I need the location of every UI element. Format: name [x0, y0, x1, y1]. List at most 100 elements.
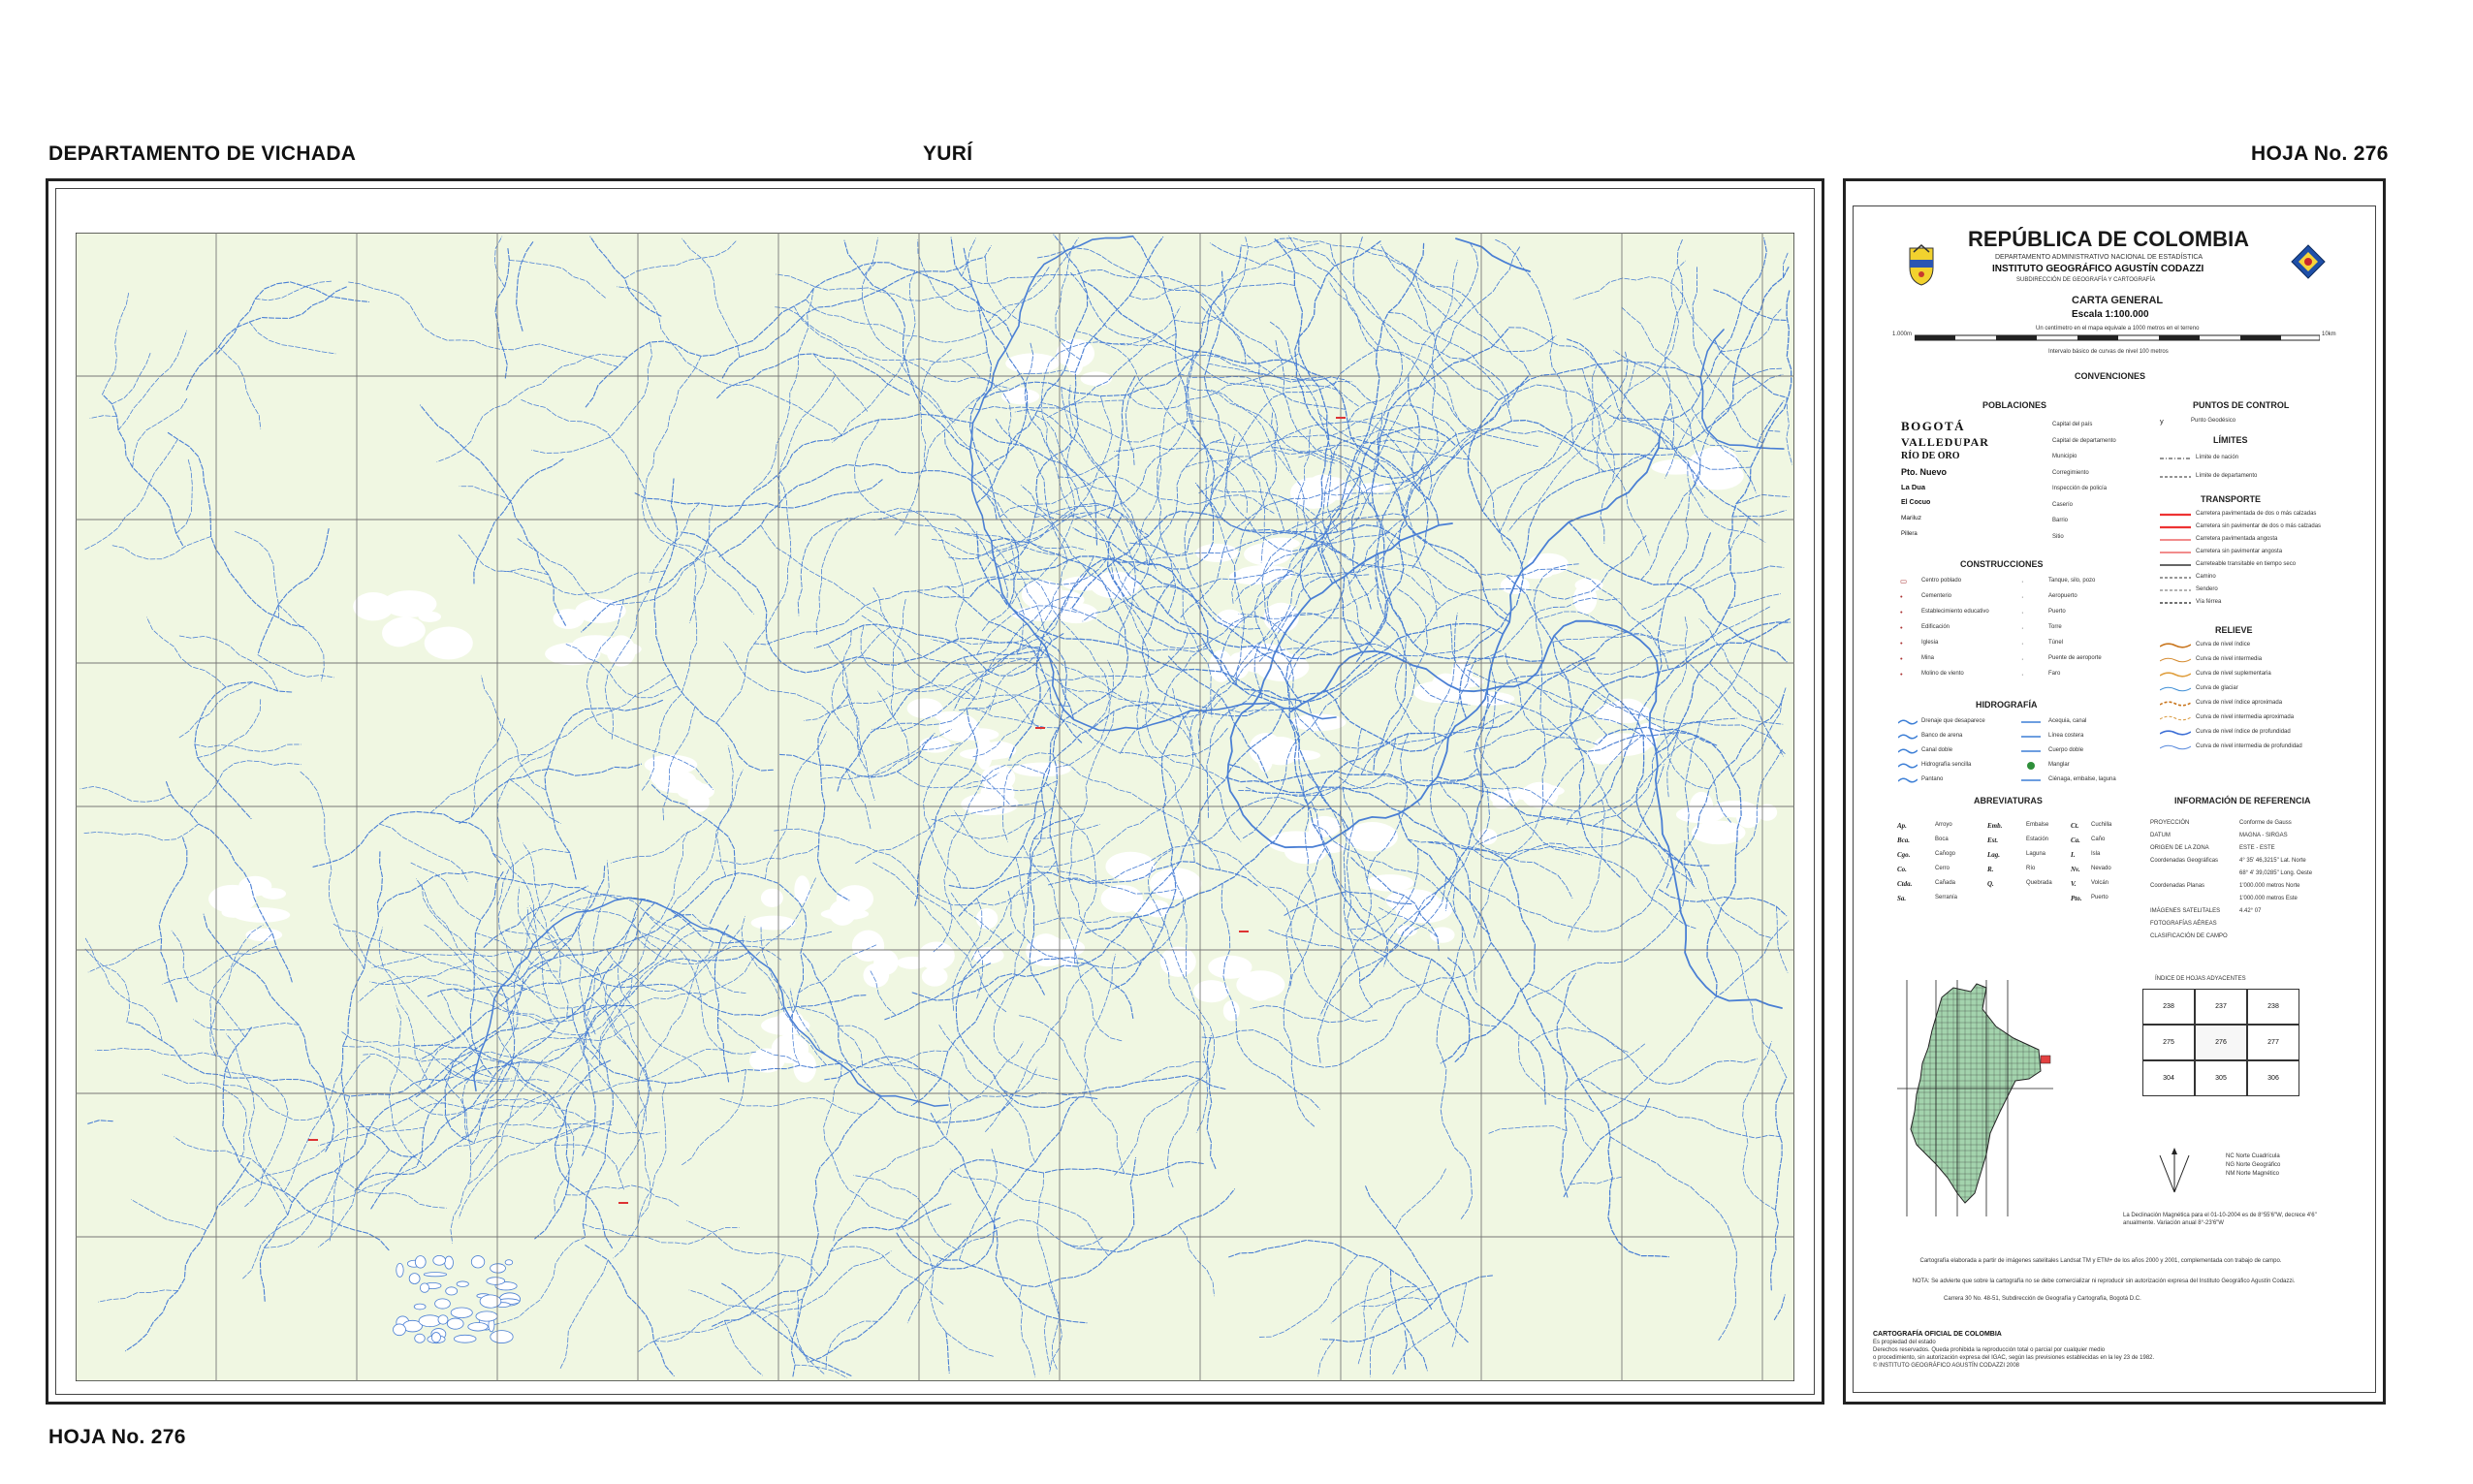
lagoon [453, 1334, 477, 1343]
transport-label: Vía férrea [2196, 599, 2222, 605]
abbreviation-meaning: Cañogo [1935, 851, 1956, 857]
abbreviation: Co. [1897, 866, 1907, 873]
abbreviation-meaning: Estación [2026, 837, 2049, 842]
abbreviation: Pto. [2071, 895, 2082, 902]
lagoon [430, 1332, 441, 1343]
index-cell: 238 [2247, 989, 2299, 1025]
population-desc: Corregimiento [2052, 469, 2089, 476]
hydro-symbol-right [2021, 736, 2041, 738]
agency-name: DEPARTAMENTO ADMINISTRATIVO NACIONAL DE … [1995, 254, 2204, 261]
cleared-patch [424, 626, 473, 660]
lagoon [475, 1310, 498, 1322]
construction-label-right: Puente de aeroporte [2048, 655, 2102, 661]
reference-key: PROYECCIÓN [2150, 820, 2190, 826]
contour-symbol [2160, 715, 2191, 721]
scale-left-label: 1.000m [1892, 332, 1913, 337]
department-title: DEPARTAMENTO DE VICHADA [48, 142, 357, 165]
hydro-label-right: Acequia, canal [2048, 718, 2087, 724]
cleared-patch [1609, 698, 1646, 724]
reference-value: MAGNA - SIRGAS [2239, 833, 2288, 838]
lagoon [414, 1333, 426, 1343]
construction-symbol: • [1900, 608, 1903, 616]
relief-label: Curva de nivel índice [2196, 642, 2251, 647]
construction-label: Edificación [1921, 624, 1950, 630]
scale-note: Un centímetro en el mapa equivale a 1000… [2036, 326, 2200, 332]
abbreviation: Emb. [1987, 822, 2003, 830]
construction-label-right: Tanque, silo, pozo [2048, 578, 2096, 584]
construction-label-right: Túnel [2048, 640, 2064, 646]
lagoon [479, 1294, 502, 1309]
declination-note: La Declinación Magnética para el 01-10-2… [2123, 1213, 2317, 1226]
lagoon [444, 1255, 454, 1270]
hydro-label: Canal doble [1921, 747, 1953, 753]
cleared-patch [1306, 827, 1324, 854]
abbreviation-meaning: Cerro [1935, 866, 1950, 871]
lagoon [393, 1323, 406, 1337]
cleared-patch [1012, 762, 1071, 777]
reference-value: ESTE - ESTE [2239, 845, 2275, 851]
control-symbol: y [2160, 417, 2164, 426]
cleared-patch [261, 888, 287, 900]
cleared-patch [1244, 543, 1291, 566]
reference-value: 68° 4' 39,0285" Long. Oeste [2239, 870, 2313, 876]
official-line-1: Es propiedad del estado [1873, 1340, 1936, 1345]
place-marker [308, 1139, 318, 1141]
transport-label: Carreteable transitable en tiempo seco [2196, 561, 2297, 567]
cleared-patch [382, 618, 416, 647]
relief-label: Curva de glaciar [2196, 685, 2238, 691]
abbreviation-meaning: Río [2026, 866, 2036, 871]
contour-symbol [2160, 701, 2191, 707]
abbreviation-meaning: Boca [1935, 837, 1949, 842]
abbreviation-meaning: Cañada [1935, 880, 1956, 886]
lagoon [419, 1282, 429, 1293]
construction-symbol: • [1900, 623, 1903, 632]
contour-symbol [2160, 672, 2191, 678]
index-cell: 237 [2195, 989, 2247, 1025]
cleared-patch [975, 908, 999, 930]
map-canvas[interactable] [76, 233, 1794, 1381]
cleared-patch [418, 611, 442, 622]
official-line-3: o procedimiento, sin autorización expres… [1873, 1355, 2155, 1361]
construction-label: Centro poblado [1921, 578, 1962, 584]
lagoon [423, 1272, 448, 1278]
index-cell: 306 [2247, 1060, 2299, 1096]
reference-key: CLASIFICACIÓN DE CAMPO [2150, 933, 2228, 939]
hydro-label-right: Cuerpo doble [2048, 747, 2084, 753]
abbreviation: I. [2071, 851, 2076, 859]
cleared-patch [1209, 649, 1233, 682]
abbreviation: Ct. [2071, 822, 2079, 830]
transport-title: TRANSPORTE [2201, 494, 2262, 504]
cleared-patch [553, 609, 585, 629]
construction-label: Molino de viento [1921, 671, 1964, 677]
population-name: VALLEDUPAR [1901, 434, 1989, 449]
subdirection-name: SUBDIRECCIÓN DE GEOGRAFÍA Y CARTOGRAFÍA [2016, 277, 2156, 283]
construction-symbol-right: · [2021, 592, 2024, 601]
lagoon [470, 1255, 486, 1269]
lagoon [446, 1317, 464, 1330]
cleared-patch [687, 792, 710, 812]
cartography-note: Cartografía elaborada a partir de imágen… [1919, 1258, 2282, 1264]
abbreviation-meaning: Volcán [2091, 880, 2109, 886]
abbreviation: V. [2071, 880, 2077, 888]
cleared-patch [1712, 800, 1758, 818]
cleared-patch [836, 885, 874, 913]
population-desc: Caserío [2052, 501, 2074, 508]
lagoon [490, 1263, 506, 1274]
construction-label-right: Torre [2048, 624, 2062, 630]
cleared-patch [980, 779, 1015, 807]
contour-symbol [2160, 657, 2191, 663]
hydro-label: Drenaje que desaparece [1921, 718, 1985, 724]
population-desc: Capital de departamento [2052, 437, 2116, 444]
topographic-map[interactable] [76, 233, 1794, 1381]
cleared-patch [1492, 797, 1511, 809]
cleared-patch [1236, 970, 1285, 999]
relief-label: Curva de nivel índice de profundidad [2196, 729, 2291, 735]
abbreviation: Est. [1987, 837, 1999, 844]
transport-symbol [2160, 552, 2191, 553]
lagoon [414, 1255, 427, 1269]
population-desc: Municipio [2052, 454, 2077, 459]
transport-label: Carretera pavimentada de dos o más calza… [2196, 511, 2317, 517]
construction-symbol-right: · [2021, 654, 2024, 663]
abbreviation-meaning: Nevado [2091, 866, 2111, 871]
population-title: POBLACIONES [1982, 400, 2047, 410]
